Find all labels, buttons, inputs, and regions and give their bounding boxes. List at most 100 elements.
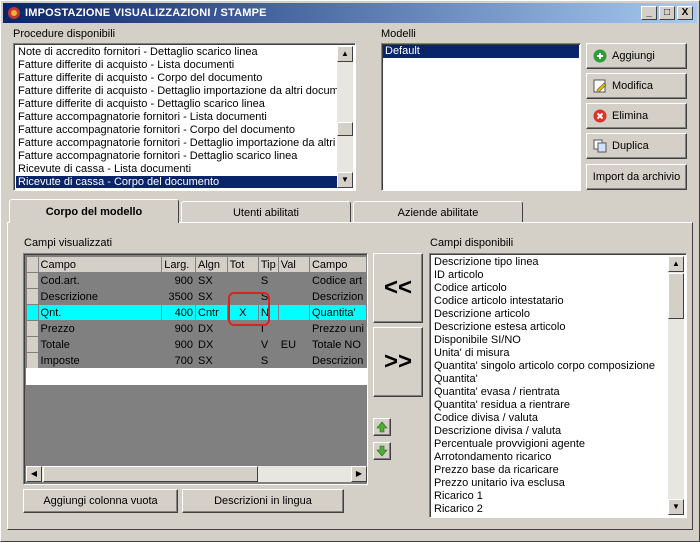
procedure-list-item[interactable]: Fatture accompagnatorie fornitori - List…: [16, 111, 338, 124]
table-cell[interactable]: 3500: [161, 288, 196, 305]
scroll-thumb[interactable]: [668, 273, 684, 319]
scroll-left-icon[interactable]: ◀: [26, 466, 42, 482]
scroll-right-icon[interactable]: ▶: [351, 466, 367, 482]
table-cell[interactable]: [226, 336, 259, 353]
campi-disponibili-list[interactable]: Descrizione tipo linea ID articolo Codice …: [429, 253, 687, 518]
table-row[interactable]: Totale 900 DX V EU Totale NO: [26, 336, 368, 353]
remove-field-button[interactable]: >>: [373, 327, 423, 397]
empty-row[interactable]: [26, 368, 367, 385]
table-cell[interactable]: Codice art: [308, 272, 368, 289]
table-cell[interactable]: [277, 288, 310, 305]
scroll-thumb[interactable]: [337, 122, 353, 136]
table-cell[interactable]: Descrizion: [308, 288, 368, 305]
col-val[interactable]: Val: [277, 256, 310, 273]
row-indicator[interactable]: [26, 304, 39, 321]
procedure-list-item[interactable]: Note di accredito fornitori - Dettaglio …: [16, 46, 338, 59]
table-cell[interactable]: Descrizione: [37, 288, 163, 305]
tab-corpo-modello[interactable]: Corpo del modello: [9, 199, 179, 223]
campo-disponibile-item[interactable]: Descrizione divisa / valuta: [432, 425, 669, 438]
row-indicator[interactable]: [26, 352, 39, 369]
table-row[interactable]: Prezzo 900 DX I Prezzo uni: [26, 320, 368, 337]
aggiungi-colonna-vuota-button[interactable]: Aggiungi colonna vuota: [23, 489, 178, 513]
row-indicator[interactable]: [26, 336, 39, 353]
campo-disponibile-item[interactable]: Codice articolo intestatario: [432, 295, 669, 308]
scroll-up-icon[interactable]: ▲: [668, 256, 684, 272]
procedure-list-item[interactable]: Fatture accompagnatorie fornitori - Corp…: [16, 124, 338, 137]
procedure-scrollbar[interactable]: ▲ ▼: [337, 46, 353, 188]
campo-disponibile-item[interactable]: Ricarico 1: [432, 490, 669, 503]
row-indicator[interactable]: [26, 320, 39, 337]
descrizioni-lingua-button[interactable]: Descrizioni in lingua: [182, 489, 344, 513]
table-cell[interactable]: Prezzo: [37, 320, 163, 337]
close-button[interactable]: X: [677, 6, 693, 20]
table-cell[interactable]: [277, 272, 310, 289]
tab-aziende-abilitate[interactable]: Aziende abilitate: [353, 201, 523, 223]
table-cell[interactable]: SX: [195, 352, 228, 369]
table-cell[interactable]: Imposte: [37, 352, 163, 369]
minimize-button[interactable]: _: [641, 6, 657, 20]
table-cell[interactable]: Totale: [37, 336, 163, 353]
col-tot[interactable]: Tot: [226, 256, 259, 273]
table-cell[interactable]: [226, 352, 259, 369]
campo-disponibile-item[interactable]: Quantita': [432, 373, 669, 386]
table-cell[interactable]: 900: [161, 336, 196, 353]
campi-visualizzati-grid[interactable]: Campo Larg. Algn Tot Tip Val Campo Cod.a…: [23, 253, 368, 485]
import-archivio-button[interactable]: Import da archivio: [586, 164, 687, 190]
table-cell[interactable]: [277, 320, 310, 337]
table-row[interactable]: Descrizione 3500 SX S Descrizion: [26, 288, 368, 305]
table-cell[interactable]: Cntr: [195, 304, 228, 321]
procedure-list-item[interactable]: Fatture differite di acquisto - Corpo de…: [16, 72, 338, 85]
table-cell[interactable]: DX: [195, 336, 228, 353]
campo-disponibile-item[interactable]: Arrotondamento ricarico: [432, 451, 669, 464]
table-cell[interactable]: S: [257, 272, 279, 289]
elimina-button[interactable]: Elimina: [586, 103, 687, 129]
campo-disponibile-item[interactable]: Percentuale provvigioni agente: [432, 438, 669, 451]
campo-disponibile-item[interactable]: Prezzo base da ricaricare: [432, 464, 669, 477]
table-cell[interactable]: Totale NO: [308, 336, 368, 353]
grid-hscrollbar[interactable]: ◀ ▶: [26, 466, 367, 482]
scroll-down-icon[interactable]: ▼: [668, 499, 684, 515]
campo-disponibile-item[interactable]: Prezzo unitario iva esclusa: [432, 477, 669, 490]
campo-disponibile-item[interactable]: Descrizione articolo: [432, 308, 669, 321]
table-cell[interactable]: Quantita': [308, 304, 368, 321]
col-larg[interactable]: Larg.: [161, 256, 196, 273]
row-indicator[interactable]: [26, 288, 39, 305]
add-field-button[interactable]: <<: [373, 253, 423, 323]
table-cell[interactable]: [277, 352, 310, 369]
procedure-list[interactable]: Note di accredito fornitori - Dettaglio …: [13, 43, 356, 191]
table-cell[interactable]: 400: [161, 304, 196, 321]
table-cell[interactable]: Cod.art.: [37, 272, 163, 289]
tab-utenti-abilitati[interactable]: Utenti abilitati: [181, 201, 351, 223]
procedure-list-item[interactable]: Fatture differite di acquisto - Dettagli…: [16, 85, 338, 98]
campo-disponibile-item[interactable]: Codice articolo: [432, 282, 669, 295]
table-cell[interactable]: EU: [277, 336, 310, 353]
procedure-list-item[interactable]: Ricevute di cassa - Lista documenti: [16, 163, 338, 176]
table-cell[interactable]: [226, 272, 259, 289]
table-cell[interactable]: SX: [195, 288, 228, 305]
table-cell[interactable]: Descrizion: [308, 352, 368, 369]
campo-disponibile-item[interactable]: ID articolo: [432, 269, 669, 282]
campo-disponibile-item[interactable]: Descrizione estesa articolo: [432, 321, 669, 334]
procedure-list-item[interactable]: Fatture differite di acquisto - Dettagli…: [16, 98, 338, 111]
modelli-list[interactable]: Default: [381, 43, 581, 191]
table-cell[interactable]: [277, 304, 310, 321]
aggiungi-button[interactable]: Aggiungi: [586, 43, 687, 69]
procedure-list-item[interactable]: Fatture differite di acquisto - Lista do…: [16, 59, 338, 72]
table-cell[interactable]: V: [257, 336, 279, 353]
table-row[interactable]: Cod.art. 900 SX S Codice art: [26, 272, 368, 289]
table-cell[interactable]: DX: [195, 320, 228, 337]
col-algn[interactable]: Algn: [195, 256, 228, 273]
modifica-button[interactable]: Modifica: [586, 73, 687, 99]
col-campo[interactable]: Campo: [37, 256, 163, 273]
table-cell[interactable]: 700: [161, 352, 196, 369]
col-campo-desc[interactable]: Campo: [308, 256, 368, 273]
title-bar[interactable]: IMPOSTAZIONE VISUALIZZAZIONI / STAMPE _ …: [3, 3, 697, 23]
campo-disponibile-item[interactable]: Ricarico 2: [432, 503, 669, 515]
modello-item-default[interactable]: Default: [383, 45, 579, 58]
col-tip[interactable]: Tip: [257, 256, 279, 273]
maximize-button[interactable]: □: [659, 6, 675, 20]
procedure-list-item[interactable]: Fatture accompagnatorie fornitori - Dett…: [16, 137, 338, 150]
campo-disponibile-item[interactable]: Descrizione tipo linea: [432, 256, 669, 269]
scroll-down-icon[interactable]: ▼: [337, 172, 353, 188]
campo-disponibile-item[interactable]: Quantita' evasa / rientrata: [432, 386, 669, 399]
